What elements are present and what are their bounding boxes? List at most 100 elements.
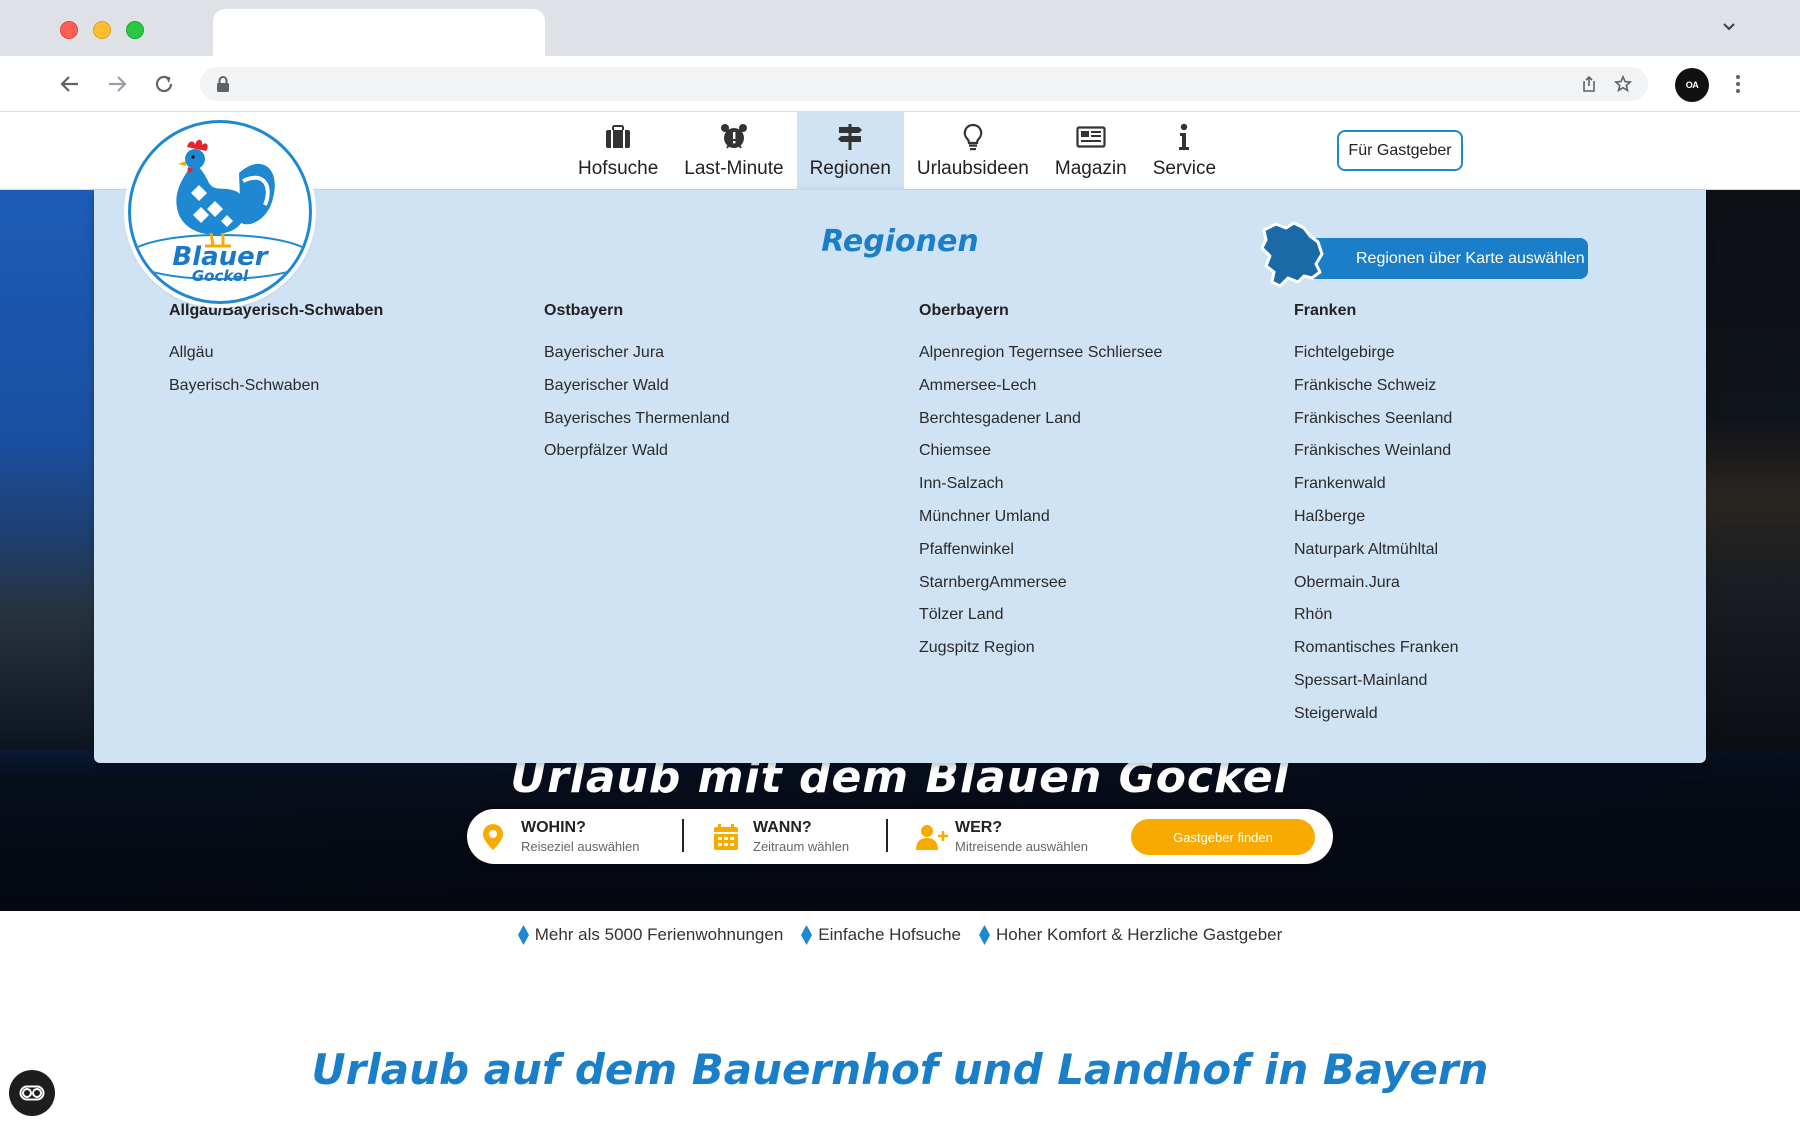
search-where-field[interactable]: WOHIN? Reiseziel auswählen (481, 817, 661, 857)
region-link[interactable]: Bayerisch-Schwaben (169, 370, 499, 403)
share-icon[interactable] (1580, 75, 1598, 98)
hero-left-edge (0, 190, 94, 750)
region-link[interactable]: Pfaffenwinkel (919, 534, 1249, 567)
region-column-oberbayern: Oberbayern Alpenregion Tegernsee Schlier… (919, 302, 1249, 665)
diamond-icon (517, 925, 529, 945)
region-link[interactable]: Spessart-Mainland (1294, 665, 1624, 698)
usp-item: Hoher Komfort & Herzliche Gastgeber (978, 925, 1283, 945)
browser-tabstrip (0, 0, 1800, 56)
region-list: Allgäu Bayerisch-Schwaben (169, 337, 499, 403)
browser-toolbar: OA (0, 56, 1800, 112)
region-link[interactable]: Berchtesgadener Land (919, 403, 1249, 436)
search-divider (886, 819, 888, 852)
region-link[interactable]: Steigerwald (1294, 698, 1624, 731)
nav-item-last-minute[interactable]: Last-Minute (671, 112, 796, 190)
region-column-ostbayern: Ostbayern Bayerischer Jura Bayerischer W… (544, 302, 874, 468)
reload-icon[interactable] (150, 70, 178, 98)
region-link[interactable]: Fichtelgebirge (1294, 337, 1624, 370)
region-column-heading: Ostbayern (544, 302, 624, 319)
window-zoom-button[interactable] (126, 21, 144, 39)
usp-item: Mehr als 5000 Ferienwohnungen (517, 925, 784, 945)
region-link[interactable]: Bayerischer Wald (544, 370, 874, 403)
search-when-field[interactable]: WANN? Zeitraum wählen (713, 817, 883, 857)
search-who-field[interactable]: WER? Mitreisende auswählen (915, 817, 1115, 857)
region-column-heading: Allgäu/Bayerisch-Schwaben (169, 302, 384, 319)
lock-icon (216, 76, 230, 97)
diamond-icon (801, 925, 813, 945)
region-link[interactable]: Chiemsee (919, 435, 1249, 468)
region-list: Alpenregion Tegernsee Schliersee Ammerse… (919, 337, 1249, 665)
nav-item-urlaubsideen[interactable]: Urlaubsideen (904, 112, 1042, 190)
diamond-icon (978, 925, 990, 945)
site-logo[interactable]: Blauer Gockel (128, 120, 312, 304)
browser-tab-active[interactable] (213, 9, 545, 56)
region-link[interactable]: Rhön (1294, 599, 1624, 632)
signpost-icon (836, 122, 864, 152)
nav-label: Regionen (809, 158, 891, 179)
region-link[interactable]: Bayerischer Jura (544, 337, 874, 370)
profile-initials: OA (1685, 80, 1699, 90)
region-column-allgaeu: Allgäu/Bayerisch-Schwaben Allgäu Bayeris… (169, 302, 499, 403)
nav-label: Last-Minute (684, 158, 784, 179)
region-link[interactable]: Naturpark Altmühltal (1294, 534, 1624, 567)
region-link[interactable]: Tölzer Land (919, 599, 1249, 632)
usp-list: Mehr als 5000 Ferienwohnungen Einfache H… (0, 925, 1800, 945)
nav-label: Service (1152, 158, 1217, 179)
region-link[interactable]: Frankenwald (1294, 468, 1624, 501)
bavaria-map-icon[interactable] (1254, 220, 1332, 292)
regions-dropdown: Regionen Regionen über Karte auswählen A… (94, 190, 1706, 763)
region-link[interactable]: Allgäu (169, 337, 499, 370)
find-host-button[interactable]: Gastgeber finden (1131, 819, 1315, 855)
back-arrow-icon[interactable] (56, 70, 84, 98)
region-link[interactable]: Inn-Salzach (919, 468, 1249, 501)
region-link[interactable]: Fränkische Schweiz (1294, 370, 1624, 403)
region-link[interactable]: Fränkisches Seenland (1294, 403, 1624, 436)
usp-text: Hoher Komfort & Herzliche Gastgeber (995, 925, 1283, 944)
usp-text: Einfache Hofsuche (818, 925, 961, 944)
region-link[interactable]: Obermain.Jura (1294, 567, 1624, 600)
search-who-placeholder: Mitreisende auswählen (955, 839, 1088, 854)
search-where-placeholder: Reiseziel auswählen (521, 839, 640, 854)
search-where-label: WOHIN? (521, 819, 586, 836)
host-button[interactable]: Für Gastgeber (1337, 130, 1463, 171)
location-pin-icon (481, 823, 505, 856)
nav-item-service[interactable]: Service (1140, 112, 1229, 190)
usp-text: Mehr als 5000 Ferienwohnungen (534, 925, 784, 944)
region-link[interactable]: Fränkisches Weinland (1294, 435, 1624, 468)
tab-search-chevron-icon[interactable] (1720, 18, 1738, 36)
region-link[interactable]: Romantisches Franken (1294, 632, 1624, 665)
main-navigation: Hofsuche Last-Minute Regionen Urlaubside… (565, 112, 1229, 190)
profile-avatar[interactable]: OA (1675, 68, 1709, 102)
calendar-icon (713, 823, 739, 856)
nav-item-magazin[interactable]: Magazin (1042, 112, 1140, 190)
nav-item-regionen[interactable]: Regionen (796, 112, 904, 190)
region-link[interactable]: Alpenregion Tegernsee Schliersee (919, 337, 1249, 370)
browser-menu-icon[interactable] (1728, 70, 1748, 98)
bookmark-star-icon[interactable] (1613, 74, 1633, 98)
region-link[interactable]: Haßberge (1294, 501, 1624, 534)
usp-item: Einfache Hofsuche (801, 925, 961, 945)
search-who-label: WER? (955, 819, 1003, 836)
search-divider (682, 819, 684, 852)
address-bar[interactable] (200, 67, 1648, 101)
region-link[interactable]: Münchner Umland (919, 501, 1249, 534)
window-close-button[interactable] (60, 21, 78, 39)
region-column-franken: Franken Fichtelgebirge Fränkische Schwei… (1294, 302, 1624, 731)
lightbulb-icon (962, 122, 984, 152)
forward-arrow-icon[interactable] (103, 70, 131, 98)
region-link[interactable]: Bayerisches Thermenland (544, 403, 874, 436)
region-link[interactable]: Zugspitz Region (919, 632, 1249, 665)
alarm-clock-icon (720, 122, 748, 152)
nav-label: Urlaubsideen (916, 158, 1029, 179)
nav-item-hofsuche[interactable]: Hofsuche (565, 112, 671, 190)
page-title: Urlaub auf dem Bauernhof und Landhof in … (311, 1045, 1489, 1094)
accessibility-toggle-icon[interactable] (9, 1070, 55, 1116)
region-column-heading: Oberbayern (919, 302, 1009, 319)
region-list: Bayerischer Jura Bayerischer Wald Bayeri… (544, 337, 874, 468)
region-link[interactable]: Ammersee-Lech (919, 370, 1249, 403)
region-list: Fichtelgebirge Fränkische Schweiz Fränki… (1294, 337, 1624, 731)
window-minimize-button[interactable] (93, 21, 111, 39)
map-select-button[interactable]: Regionen über Karte auswählen (1306, 238, 1588, 279)
region-link[interactable]: Oberpfälzer Wald (544, 435, 874, 468)
region-link[interactable]: StarnbergAmmersee (919, 567, 1249, 600)
